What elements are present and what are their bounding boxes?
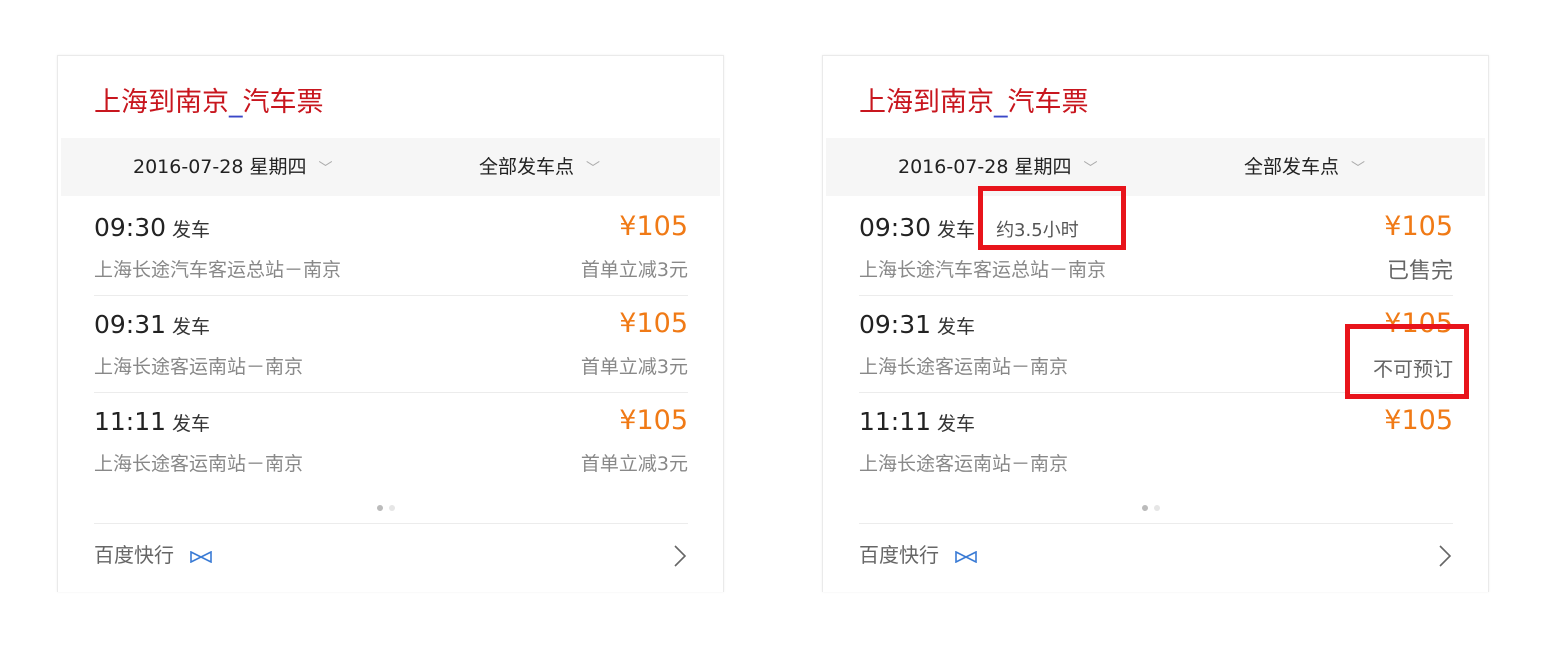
card-title[interactable]: 上海到南京_汽车票 <box>859 83 1089 123</box>
trip-row[interactable]: 09:30 发车 约3.5小时 上海长途汽车客运总站－南京 ¥105 已售完 <box>859 199 1453 296</box>
trip-row[interactable]: 11:11 发车 上海长途客运南站－南京 ¥105 <box>859 393 1453 490</box>
filter-bar: 2016-07-28 星期四 ﹀ 全部发车点 ﹀ <box>61 138 720 196</box>
date-filter[interactable]: 2016-07-28 星期四 ﹀ <box>133 138 332 196</box>
discount-note: 首单立减3元 <box>580 259 688 281</box>
price: ¥105 <box>619 211 688 242</box>
date-label: 2016-07-28 星期四 <box>133 156 307 178</box>
depart-label: 发车 <box>172 316 211 338</box>
title-route: 上海到南京 <box>94 87 229 118</box>
station-filter-label: 全部发车点 <box>1244 156 1340 178</box>
sold-out-note: 已售完 <box>1386 259 1453 284</box>
title-category: 汽车票 <box>1007 87 1089 118</box>
pagination-dots[interactable] <box>374 496 398 515</box>
chevron-right-icon[interactable] <box>673 544 687 568</box>
chevron-down-icon: ﹀ <box>1083 161 1098 177</box>
route-text: 上海长途客运南站－南京 <box>94 453 304 475</box>
price: ¥105 <box>619 308 688 339</box>
footer-label: 百度快行 <box>859 543 939 567</box>
footer-link[interactable]: 百度快行 <box>859 533 978 577</box>
divider <box>94 523 688 524</box>
depart-label: 发车 <box>172 413 211 435</box>
divider <box>859 523 1453 524</box>
chevron-down-icon: ﹀ <box>1351 161 1366 177</box>
page-dot-active[interactable] <box>1142 505 1148 511</box>
date-label: 2016-07-28 星期四 <box>898 156 1072 178</box>
depart-label: 发车 <box>937 219 976 241</box>
price: ¥105 <box>1384 405 1453 436</box>
chevron-right-icon[interactable] <box>1438 544 1452 568</box>
trip-row[interactable]: 09:31 发车 上海长途客运南站－南京 ¥105 首单立减3元 <box>94 296 688 393</box>
chevron-down-icon: ﹀ <box>318 161 333 177</box>
route-text: 上海长途汽车客运总站－南京 <box>94 259 342 281</box>
departure-time: 09:30 发车 <box>94 213 211 242</box>
bowtie-logo-icon <box>190 550 213 563</box>
trip-row[interactable]: 09:30 发车 上海长途汽车客运总站－南京 ¥105 首单立减3元 <box>94 199 688 296</box>
route-text: 上海长途客运南站－南京 <box>94 356 304 378</box>
pagination-dots[interactable] <box>1139 496 1163 515</box>
route-text: 上海长途汽车客运总站－南京 <box>859 259 1107 281</box>
bowtie-logo-icon <box>955 550 978 563</box>
price: ¥105 <box>619 405 688 436</box>
title-category: 汽车票 <box>242 87 324 118</box>
station-filter[interactable]: 全部发车点 ﹀ <box>479 138 600 196</box>
page-dot[interactable] <box>389 505 395 511</box>
title-route: 上海到南京 <box>859 87 994 118</box>
route-text: 上海长途客运南站－南京 <box>859 356 1069 378</box>
discount-note: 首单立减3元 <box>580 453 688 475</box>
depart-label: 发车 <box>172 219 211 241</box>
trip-row[interactable]: 11:11 发车 上海长途客运南站－南京 ¥105 首单立减3元 <box>94 393 688 490</box>
discount-note: 首单立减3元 <box>580 356 688 378</box>
departure-time: 09:31 发车 <box>94 310 211 339</box>
footer-link[interactable]: 百度快行 <box>94 533 213 577</box>
route-text: 上海长途客运南站－南京 <box>859 453 1069 475</box>
bus-ticket-card-left: 上海到南京_汽车票 2016-07-28 星期四 ﹀ 全部发车点 ﹀ 09:30 发车… <box>57 55 724 592</box>
title-separator: _ <box>994 87 1008 118</box>
depart-label: 发车 <box>937 316 976 338</box>
depart-label: 发车 <box>937 413 976 435</box>
price: ¥105 <box>1384 211 1453 242</box>
page-dot-active[interactable] <box>377 505 383 511</box>
departure-time: 09:31 发车 <box>859 310 976 339</box>
departure-time: 11:11 发车 <box>94 407 211 436</box>
filter-bar: 2016-07-28 星期四 ﹀ 全部发车点 ﹀ <box>826 138 1485 196</box>
station-filter[interactable]: 全部发车点 ﹀ <box>1244 138 1365 196</box>
station-filter-label: 全部发车点 <box>479 156 575 178</box>
title-separator: _ <box>229 87 243 118</box>
page-dot[interactable] <box>1154 505 1160 511</box>
card-title[interactable]: 上海到南京_汽车票 <box>94 83 324 123</box>
highlight-box-duration <box>978 186 1126 250</box>
chevron-down-icon: ﹀ <box>586 161 601 177</box>
departure-time: 11:11 发车 <box>859 407 976 436</box>
footer-label: 百度快行 <box>94 543 174 567</box>
highlight-box-unavailable <box>1345 324 1469 399</box>
